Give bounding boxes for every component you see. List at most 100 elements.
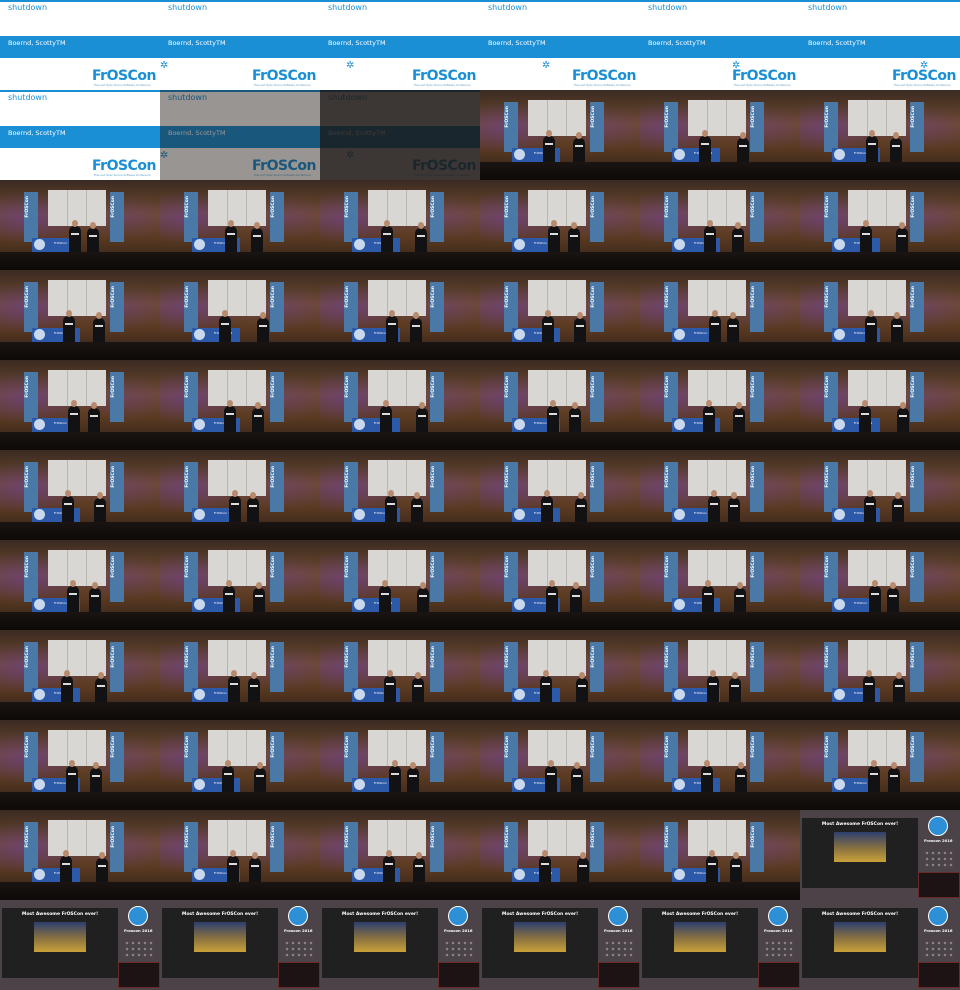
- stage-photo-frame: FrOSCon FrOSCon FrOSCon '11: [480, 540, 640, 630]
- banner-text: FrOSCon: [825, 736, 830, 758]
- audience-area: [0, 432, 160, 450]
- title-slide-frame: shutdown Boernd, ScottyTM ✲ FrOSCon Free…: [320, 0, 480, 90]
- top-accent-bar: [800, 0, 960, 2]
- desk-logo-icon: [34, 419, 45, 430]
- projection-screen: [528, 550, 586, 586]
- banner-text: FrOSCon: [665, 646, 670, 668]
- closing-badge-text: Froscon 2016: [124, 928, 153, 933]
- desk-logo-icon: [514, 419, 525, 430]
- title-slide-frame: shutdown Boernd, ScottyTM ✲ FrOSCon Free…: [0, 90, 160, 180]
- closing-thumbnail: [758, 962, 800, 988]
- audience-area: [0, 612, 160, 630]
- projection-screen: [528, 100, 586, 136]
- banner-text: FrOSCon: [825, 286, 830, 308]
- roll-up-banner-left: FrOSCon: [664, 642, 678, 692]
- title-slide-frame: shutdown Boernd, ScottyTM ✲ FrOSCon Free…: [480, 0, 640, 90]
- roll-up-banner-left: FrOSCon: [664, 462, 678, 512]
- title-slide-frame: shutdown Boernd, ScottyTM ✲ FrOSCon Free…: [160, 0, 320, 90]
- stage-photo-frame: FrOSCon FrOSCon FrOSCon '11: [160, 720, 320, 810]
- talk-title: shutdown: [328, 93, 368, 102]
- stage-photo-frame: FrOSCon FrOSCon FrOSCon '11: [320, 180, 480, 270]
- desk-logo-icon: [674, 599, 685, 610]
- talk-title: shutdown: [488, 3, 528, 12]
- gear-icon: ✲: [346, 150, 355, 161]
- projection-screen: [848, 190, 906, 226]
- audience-area: [480, 522, 640, 540]
- stage-photo-frame: FrOSCon FrOSCon FrOSCon '11: [800, 540, 960, 630]
- desk-logo-icon: [34, 329, 45, 340]
- banner-text: FrOSCon: [431, 736, 436, 758]
- banner-text: FrOSCon: [431, 646, 436, 668]
- speaker-desk: FrOSCon '11: [832, 238, 880, 252]
- projection-screen: [848, 370, 906, 406]
- tree-icon: [608, 906, 628, 926]
- roll-up-banner-right: FrOSCon: [270, 462, 284, 512]
- pattern-decoration: [124, 940, 154, 958]
- banner-text: FrOSCon: [345, 736, 350, 758]
- title-slide-frame: shutdown Boernd, ScottyTM ✲ FrOSCon Free…: [160, 90, 320, 180]
- stage-photo-frame: FrOSCon FrOSCon FrOSCon '11: [480, 90, 640, 180]
- closing-slide-frame: Most Awesome FrOSCon ever! Froscon 2016: [0, 900, 160, 990]
- projection-screen: [688, 730, 746, 766]
- desk-logo-icon: [834, 149, 845, 160]
- audience-area: [800, 252, 960, 270]
- roll-up-banner-right: FrOSCon: [590, 462, 604, 512]
- desk-logo-icon: [834, 509, 845, 520]
- froscon-logo-subtitle: Free and Open Source Software Conference: [94, 84, 151, 87]
- banner-text: FrOSCon: [665, 826, 670, 848]
- speaker-desk: FrOSCon '11: [352, 418, 400, 432]
- pattern-decoration: [764, 940, 794, 958]
- banner-text: FrOSCon: [271, 826, 276, 848]
- closing-badge-text: Froscon 2016: [284, 928, 313, 933]
- banner-text: FrOSCon: [751, 556, 756, 578]
- banner-text: FrOSCon: [591, 556, 596, 578]
- banner-text: FrOSCon: [505, 736, 510, 758]
- desk-logo-icon: [354, 509, 365, 520]
- pattern-decoration: [604, 940, 634, 958]
- desk-logo-icon: [834, 329, 845, 340]
- roll-up-banner-right: FrOSCon: [270, 732, 284, 782]
- audience-area: [640, 882, 800, 900]
- banner-text: FrOSCon: [111, 466, 116, 488]
- stage-photo-frame: FrOSCon FrOSCon FrOSCon '11: [480, 270, 640, 360]
- roll-up-banner-left: FrOSCon: [824, 462, 838, 512]
- audience-area: [0, 522, 160, 540]
- roll-up-banner-left: FrOSCon: [184, 732, 198, 782]
- projection-screen: [528, 280, 586, 316]
- stage-photo-frame: FrOSCon FrOSCon FrOSCon '11: [480, 180, 640, 270]
- audience-area: [320, 342, 480, 360]
- audience-area: [0, 342, 160, 360]
- stage-photo-frame: FrOSCon FrOSCon FrOSCon '11: [640, 630, 800, 720]
- desk-logo-icon: [834, 689, 845, 700]
- froscon-logo: FrOSCon: [572, 68, 636, 84]
- desk-logo-icon: [674, 509, 685, 520]
- audience-area: [640, 522, 800, 540]
- banner-text: FrOSCon: [271, 646, 276, 668]
- roll-up-banner-right: FrOSCon: [590, 822, 604, 872]
- speaker-desk: FrOSCon '11: [512, 868, 560, 882]
- speaker-names: Boernd, ScottyTM: [648, 39, 706, 47]
- stage-photo-frame: FrOSCon FrOSCon FrOSCon '11: [160, 810, 320, 900]
- banner-text: FrOSCon: [111, 736, 116, 758]
- desk-logo-icon: [354, 419, 365, 430]
- roll-up-banner-left: FrOSCon: [344, 552, 358, 602]
- projection-screen: [688, 640, 746, 676]
- talk-title: shutdown: [168, 93, 208, 102]
- pattern-decoration: [284, 940, 314, 958]
- desk-logo-icon: [834, 599, 845, 610]
- roll-up-banner-left: FrOSCon: [344, 372, 358, 422]
- desk-logo-icon: [674, 149, 685, 160]
- talk-title: shutdown: [8, 93, 48, 102]
- banner-text: FrOSCon: [825, 646, 830, 668]
- froscon-logo: FrOSCon: [412, 158, 476, 174]
- roll-up-banner-left: FrOSCon: [824, 192, 838, 242]
- roll-up-banner-left: FrOSCon: [664, 552, 678, 602]
- stage-photo-frame: FrOSCon FrOSCon FrOSCon '11: [480, 720, 640, 810]
- speaker-desk: FrOSCon '11: [192, 328, 240, 342]
- roll-up-banner-left: FrOSCon: [344, 642, 358, 692]
- desk-logo-icon: [194, 869, 205, 880]
- title-slide-frame: shutdown Boernd, ScottyTM ✲ FrOSCon Free…: [640, 0, 800, 90]
- projection-screen: [208, 550, 266, 586]
- projection-screen: [48, 280, 106, 316]
- froscon-logo: FrOSCon: [92, 158, 156, 174]
